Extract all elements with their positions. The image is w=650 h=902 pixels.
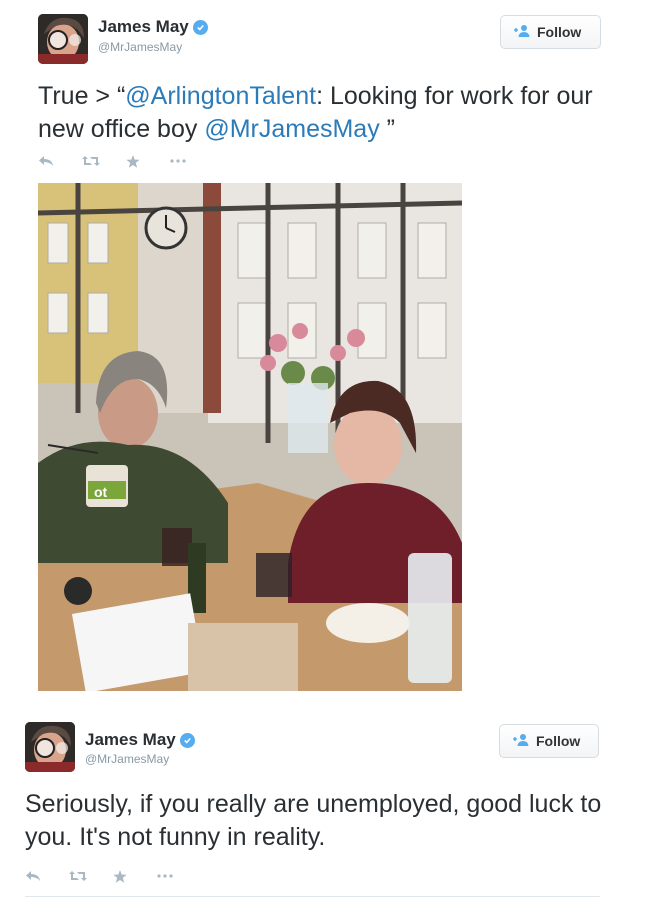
retweet-icon [82,156,100,166]
divider [25,896,600,897]
favorite-icon [126,154,140,168]
tweet-actions [25,865,201,887]
follow-button[interactable]: Follow [500,15,601,49]
follow-label: Follow [536,733,581,749]
tweet-2: James May @MrJamesMay Follow Seriously, … [0,708,650,902]
more-button[interactable] [170,150,214,172]
display-name-text[interactable]: James May [98,17,189,37]
tweet-text: Seriously, if you really are unemployed,… [25,790,602,851]
retweet-button[interactable] [69,865,113,887]
retweet-button[interactable] [82,150,126,172]
avatar[interactable] [25,722,75,772]
follow-person-icon [513,24,531,41]
display-name[interactable]: James May [85,730,195,750]
follow-label: Follow [537,24,582,40]
tweet-text-start: True > “ [38,82,126,110]
reply-button[interactable] [25,865,69,887]
mention-link[interactable]: @ArlingtonTalent [125,82,316,110]
verified-badge-icon [192,19,208,35]
tweet-text: True > “@ArlingtonTalent: Looking for wo… [38,80,598,146]
reply-button[interactable] [38,150,82,172]
tweet-actions [38,150,214,172]
favorite-button[interactable] [113,865,157,887]
reply-icon [26,871,40,881]
user-handle[interactable]: @MrJamesMay [98,40,182,54]
more-button[interactable] [157,865,201,887]
tweet-1: James May @MrJamesMay Follow True > “@Ar… [0,0,650,700]
favorite-button[interactable] [126,150,170,172]
follow-button[interactable]: Follow [499,724,599,758]
display-name-text[interactable]: James May [85,730,176,750]
more-icon [170,159,186,163]
photo-cup-text: ot [94,484,108,500]
verified-badge-icon [179,732,195,748]
reply-icon [39,156,53,166]
avatar[interactable] [38,14,88,64]
tweet-text-end: ” [379,115,395,143]
retweet-icon [69,871,87,881]
more-icon [157,874,173,878]
follow-person-icon [512,733,530,750]
favorite-icon [113,869,127,883]
mention-link[interactable]: @MrJamesMay [204,115,379,143]
display-name[interactable]: James May [98,17,208,37]
user-handle[interactable]: @MrJamesMay [85,752,169,766]
tweet-photo[interactable]: ot [38,183,462,691]
